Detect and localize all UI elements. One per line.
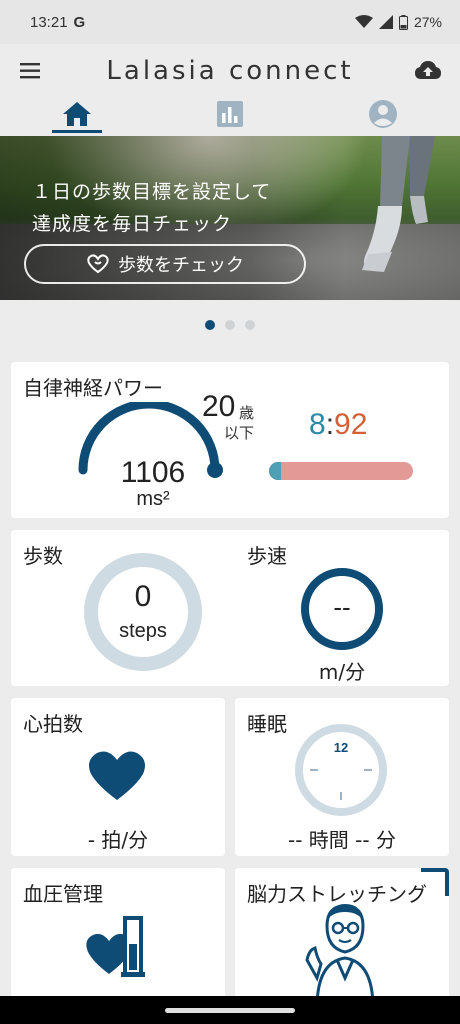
ans-ratio-b: 92 xyxy=(334,408,368,441)
app-bar: Lalasia connect xyxy=(0,44,460,100)
home-icon xyxy=(63,102,91,126)
autonomic-nerve-card[interactable]: 自律神経パワー 1106 ms² 20 歳 以下 8:92 xyxy=(11,362,449,518)
heart-icon xyxy=(89,751,145,800)
corner-badge-icon xyxy=(421,868,449,896)
heart-hands-icon xyxy=(87,254,109,274)
check-steps-label: 歩数をチェック xyxy=(118,255,244,276)
google-icon: G xyxy=(73,13,86,31)
signal-icon xyxy=(378,15,393,29)
battery-icon xyxy=(398,14,408,30)
blood-pressure-icon xyxy=(86,916,145,977)
blood-pressure-title: 血圧管理 xyxy=(23,882,103,906)
status-icons: 27% xyxy=(354,14,442,30)
ans-ratio-sep: : xyxy=(325,408,335,441)
tab-indicator xyxy=(52,130,102,133)
ans-age-unit: 歳 xyxy=(239,404,255,422)
sleep-card[interactable]: 睡眠 12 -- 時間 -- 分 xyxy=(235,698,449,856)
steps-unit: steps xyxy=(119,620,167,642)
ans-ratio-bar xyxy=(269,462,413,480)
promo-banner[interactable]: １日の歩数目標を設定して 達成度を毎日チェック 歩数をチェック xyxy=(0,136,460,300)
steps-card[interactable]: 歩数 歩速 0 steps -- m/分 xyxy=(11,530,449,686)
banner-text: １日の歩数目標を設定して 達成度を毎日チェック xyxy=(32,176,271,240)
system-nav-bar xyxy=(0,996,460,1024)
clock-icon: 12 xyxy=(295,724,387,816)
check-steps-button[interactable]: 歩数をチェック xyxy=(24,244,306,284)
ans-age-value: 20 xyxy=(202,390,236,423)
heart-rate-value: - 拍/分 xyxy=(87,828,149,852)
ans-ratio-a: 8 xyxy=(309,408,326,441)
account-icon xyxy=(369,100,397,128)
speed-value: -- xyxy=(333,592,351,622)
doctor-illustration xyxy=(305,904,375,1008)
carousel-indicator xyxy=(0,320,460,330)
brain-stretching-card[interactable]: 脳力ストレッチング xyxy=(235,868,449,1008)
clock-label: 12 xyxy=(334,740,348,755)
tab-home[interactable] xyxy=(47,96,107,132)
carousel-dot-3[interactable] xyxy=(245,320,255,330)
status-time: 13:21 xyxy=(30,13,68,31)
tab-chart[interactable] xyxy=(200,96,260,132)
steps-title: 歩数 xyxy=(23,544,63,568)
sleep-title: 睡眠 xyxy=(247,712,287,736)
bar-chart-icon xyxy=(217,101,243,127)
heart-rate-title: 心拍数 xyxy=(23,712,83,736)
blood-pressure-card[interactable]: 血圧管理 xyxy=(11,868,225,1008)
sleep-value: -- 時間 -- 分 xyxy=(288,828,396,852)
home-gesture-bar[interactable] xyxy=(165,1008,295,1013)
wifi-icon xyxy=(354,15,373,28)
status-bar: 13:21 G 27% xyxy=(0,0,460,44)
tab-account[interactable] xyxy=(353,96,413,132)
speed-title: 歩速 xyxy=(247,544,287,568)
ans-ratio: 8:92 xyxy=(309,408,367,442)
ans-ratio-bar-fill xyxy=(269,462,281,480)
tab-bar xyxy=(0,96,460,136)
battery-percent: 27% xyxy=(413,14,442,30)
heart-rate-card[interactable]: 心拍数 - 拍/分 xyxy=(11,698,225,856)
banner-line-1: １日の歩数目標を設定して xyxy=(32,181,272,203)
app-title: Lalasia connect xyxy=(106,56,354,86)
ans-unit: ms² xyxy=(136,488,170,510)
carousel-dot-2[interactable] xyxy=(225,320,235,330)
ans-title: 自律神経パワー xyxy=(23,376,163,400)
speed-unit: m/分 xyxy=(318,660,366,684)
cloud-upload-icon[interactable] xyxy=(414,58,442,84)
ans-age-sub: 以下 xyxy=(224,424,255,442)
steps-value: 0 xyxy=(134,580,152,613)
banner-line-2: 達成度を毎日チェック xyxy=(32,213,233,235)
carousel-dot-1[interactable] xyxy=(205,320,215,330)
ans-value: 1106 xyxy=(120,456,186,489)
